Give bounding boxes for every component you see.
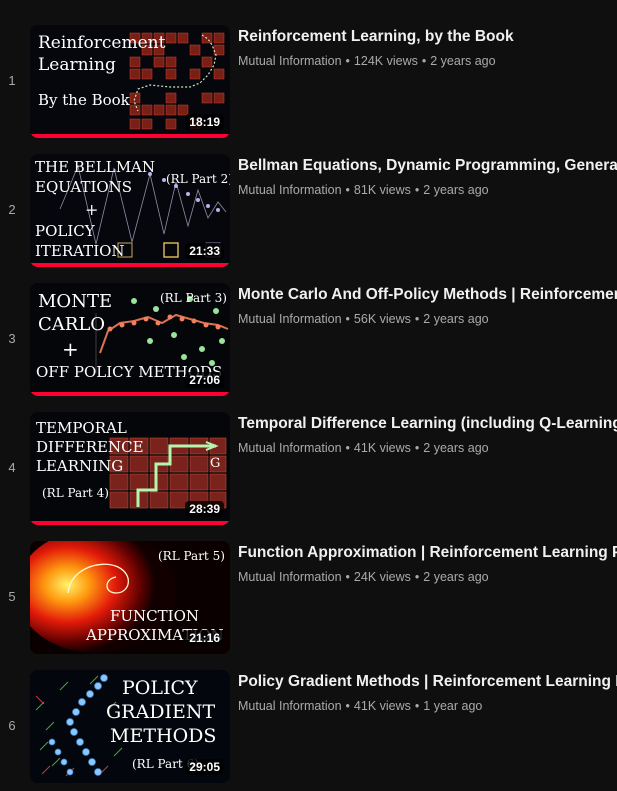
video-thumbnail[interactable]: THE BELLMAN EQUATIONS + POLICY ITERATION…: [30, 154, 230, 267]
separator-dot: •: [345, 312, 350, 326]
watch-progress-bar: [30, 263, 230, 267]
video-details: Monte Carlo And Off-Policy Methods | Rei…: [238, 283, 617, 326]
video-details: Policy Gradient Methods | Reinforcement …: [238, 670, 617, 713]
video-byline: Mutual Information • 41K views • 2 years ago: [238, 441, 617, 455]
video-thumbnail[interactable]: TEMPORAL DIFFERENCE LEARNING (RL Part 4)…: [30, 412, 230, 525]
item-index: 1: [8, 73, 16, 88]
thumbnail-text: DIFFERENCE: [36, 438, 144, 456]
video-thumbnail[interactable]: MONTE CARLO + OFF POLICY METHODS (RL Par…: [30, 283, 230, 396]
separator-dot: •: [421, 54, 427, 68]
thumbnail-text: (RL Part 4): [42, 486, 109, 500]
thumbnail-text: +: [85, 200, 99, 219]
separator-dot: •: [345, 441, 350, 455]
view-count: 56K views: [353, 312, 411, 326]
view-count: 81K views: [353, 183, 411, 197]
upload-age: 1 year ago: [423, 699, 483, 713]
video-byline: Mutual Information • 81K views • 2 years ago: [238, 183, 617, 197]
video-title[interactable]: Function Approximation | Reinforcement L…: [238, 542, 617, 564]
upload-age: 2 years ago: [423, 441, 489, 455]
video-title[interactable]: Reinforcement Learning, by the Book: [238, 26, 617, 48]
playlist-item[interactable]: 4 TEMPORAL DIFFERENCE LEARNING (RL Part …: [0, 412, 617, 527]
watch-progress-bar: [30, 392, 230, 396]
thumbnail-text: EQUATIONS: [35, 178, 133, 196]
separator-dot: •: [345, 54, 350, 68]
duration-badge: 18:19: [185, 114, 224, 130]
view-count: 41K views: [353, 441, 411, 455]
video-thumbnail[interactable]: Reinforcement Learning By the Book 18:19: [30, 25, 230, 138]
video-title[interactable]: Temporal Difference Learning (including …: [238, 413, 617, 435]
upload-age: 2 years ago: [423, 183, 489, 197]
video-thumbnail[interactable]: (RL Part 5) FUNCTION APPROXIMATION 21:16: [30, 541, 230, 654]
channel-name[interactable]: Mutual Information: [238, 54, 342, 68]
separator-dot: •: [414, 699, 420, 713]
playlist-item[interactable]: 6 POLICY GRADIENT METHODS (RL Part 6) 29…: [0, 670, 617, 785]
channel-name[interactable]: Mutual Information: [238, 312, 342, 326]
channel-name[interactable]: Mutual Information: [238, 183, 342, 197]
separator-dot: •: [414, 183, 420, 197]
video-thumbnail[interactable]: POLICY GRADIENT METHODS (RL Part 6) 29:0…: [30, 670, 230, 783]
thumbnail-text: G: [210, 456, 221, 471]
playlist-item[interactable]: 1 Reinforcement Learning By the Book 18:…: [0, 25, 617, 140]
view-count: 24K views: [353, 570, 411, 584]
thumbnail-text: By the Book: [38, 91, 130, 109]
thumbnail-text: POLICY: [122, 677, 198, 699]
duration-badge: 21:33: [185, 243, 224, 259]
upload-age: 2 years ago: [423, 570, 489, 584]
video-byline: Mutual Information • 56K views • 2 years ago: [238, 312, 617, 326]
separator-dot: •: [414, 312, 420, 326]
playlist-item[interactable]: 5 (RL Part 5) FUNCTION APPROXIMATION 21:…: [0, 541, 617, 656]
video-title[interactable]: Bellman Equations, Dynamic Programming, …: [238, 155, 617, 177]
view-count: 124K views: [353, 54, 418, 68]
thumbnail-text: TEMPORAL: [36, 419, 127, 437]
video-details: Reinforcement Learning, by the Book Mutu…: [238, 25, 617, 68]
thumbnail-text: FUNCTION: [110, 607, 200, 625]
duration-badge: 27:06: [185, 372, 224, 388]
thumbnail-text: METHODS: [110, 725, 217, 747]
thumbnail-text: CARLO: [38, 314, 106, 335]
separator-dot: •: [414, 441, 420, 455]
thumbnail-text: POLICY: [35, 222, 95, 240]
video-byline: Mutual Information • 124K views • 2 years ag…: [238, 54, 617, 68]
thumbnail-text: THE BELLMAN: [35, 158, 156, 176]
playlist-item[interactable]: 3 MONTE CARLO + OFF POLICY METHODS (RL P…: [0, 283, 617, 398]
video-title[interactable]: Monte Carlo And Off-Policy Methods | Rei…: [238, 284, 617, 306]
item-index: 3: [8, 331, 16, 346]
channel-name[interactable]: Mutual Information: [238, 570, 342, 584]
thumbnail-text: (RL Part 2): [166, 172, 230, 186]
separator-dot: •: [345, 183, 350, 197]
item-index: 4: [8, 460, 16, 475]
video-details: Bellman Equations, Dynamic Programming, …: [238, 154, 617, 197]
thumbnail-text: Reinforcement: [38, 33, 166, 53]
thumbnail-text: GRADIENT: [106, 701, 216, 723]
duration-badge: 21:16: [185, 630, 224, 646]
separator-dot: •: [345, 570, 350, 584]
channel-name[interactable]: Mutual Information: [238, 699, 342, 713]
item-index: 2: [8, 202, 16, 217]
thumbnail-text: (RL Part 3): [160, 291, 227, 305]
watch-progress-bar: [30, 134, 230, 138]
upload-age: 2 years ago: [430, 54, 496, 68]
item-index: 6: [8, 718, 16, 733]
thumbnail-text: ITERATION: [35, 242, 125, 260]
thumbnail-text: LEARNING: [36, 457, 124, 475]
thumbnail-text: +: [62, 337, 79, 361]
thumbnail-text: Learning: [38, 55, 116, 75]
item-index: 5: [8, 589, 16, 604]
video-details: Function Approximation | Reinforcement L…: [238, 541, 617, 584]
video-byline: Mutual Information • 41K views • 1 year ago: [238, 699, 617, 713]
watch-progress-bar: [30, 521, 230, 525]
view-count: 41K views: [353, 699, 411, 713]
thumbnail-text: MONTE: [38, 291, 113, 312]
playlist-item[interactable]: 2 THE BELLMAN EQUATIONS + POLICY ITERATI…: [0, 154, 617, 269]
separator-dot: •: [345, 699, 350, 713]
video-byline: Mutual Information • 24K views • 2 years ago: [238, 570, 617, 584]
video-details: Temporal Difference Learning (including …: [238, 412, 617, 455]
separator-dot: •: [414, 570, 420, 584]
duration-badge: 29:05: [185, 759, 224, 775]
duration-badge: 28:39: [185, 501, 224, 517]
thumbnail-text: (RL Part 5): [158, 549, 225, 563]
channel-name[interactable]: Mutual Information: [238, 441, 342, 455]
upload-age: 2 years ago: [423, 312, 489, 326]
video-title[interactable]: Policy Gradient Methods | Reinforcement …: [238, 671, 617, 693]
